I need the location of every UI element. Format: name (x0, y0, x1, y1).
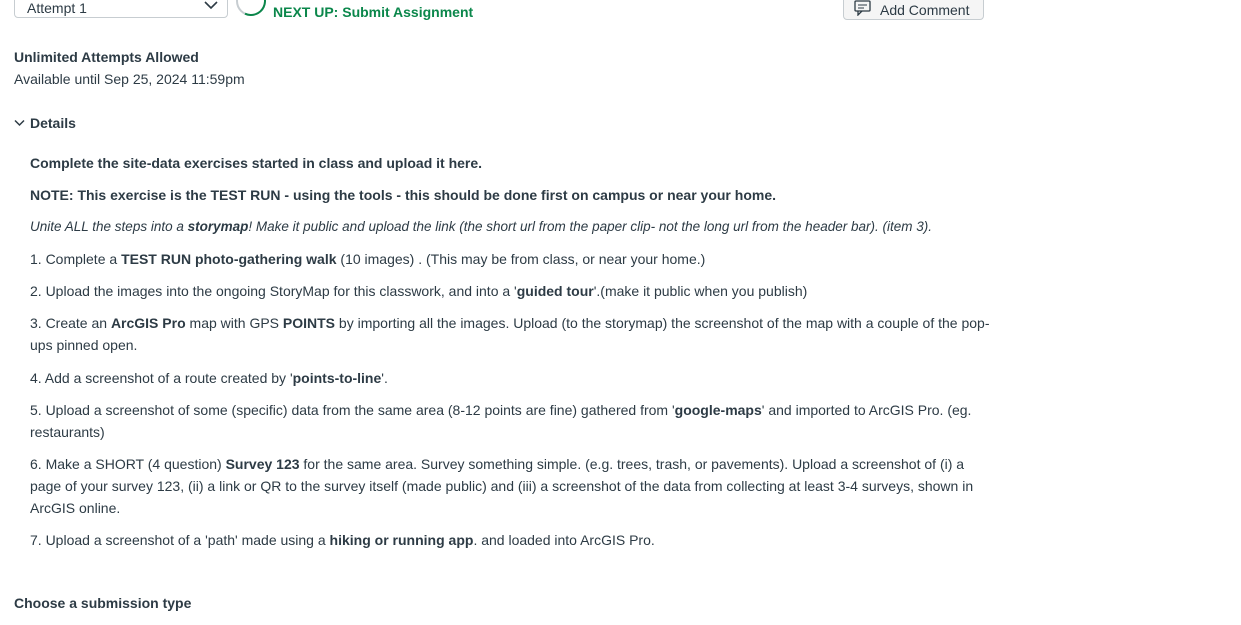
add-comment-label: Add Comment (880, 2, 970, 18)
availability-date: Available until Sep 25, 2024 11:59pm (14, 71, 245, 87)
step-item: 3. Create an ArcGIS Pro map with GPS POI… (30, 315, 990, 353)
step-item: 6. Make a SHORT (4 question) Survey 123 … (30, 456, 974, 516)
step-item: 2. Upload the images into the ongoing St… (30, 283, 808, 299)
step-item: 7. Upload a screenshot of a 'path' made … (30, 532, 655, 548)
comment-icon (854, 0, 871, 16)
chevron-down-icon (14, 119, 25, 127)
storymap-note: Unite ALL the steps into a storymap! Mak… (30, 219, 932, 234)
details-toggle-label: Details (30, 115, 76, 131)
progress-arc (231, 0, 271, 21)
assignment-description: Complete the site-data exercises started… (30, 152, 990, 561)
attempt-select[interactable]: Attempt 1 (14, 0, 228, 18)
submission-type-heading: Choose a submission type (14, 595, 192, 611)
attempts-allowed: Unlimited Attempts Allowed (14, 49, 199, 65)
step-item: 4. Add a screenshot of a route created b… (30, 370, 388, 386)
submission-header: Attempt 1 NEXT UP: Submit Assignment Add… (0, 0, 1241, 30)
step-item: 5. Upload a screenshot of some (specific… (30, 402, 972, 440)
step-item: 1. Complete a TEST RUN photo-gathering w… (30, 251, 706, 267)
chevron-down-icon (204, 1, 218, 10)
description-intro: Complete the site-data exercises started… (30, 155, 483, 171)
next-up-label[interactable]: NEXT UP: Submit Assignment (273, 4, 473, 20)
description-note: NOTE: This exercise is the TEST RUN - us… (30, 187, 776, 203)
add-comment-button[interactable]: Add Comment (843, 0, 984, 20)
attempt-select-value: Attempt 1 (27, 0, 87, 16)
